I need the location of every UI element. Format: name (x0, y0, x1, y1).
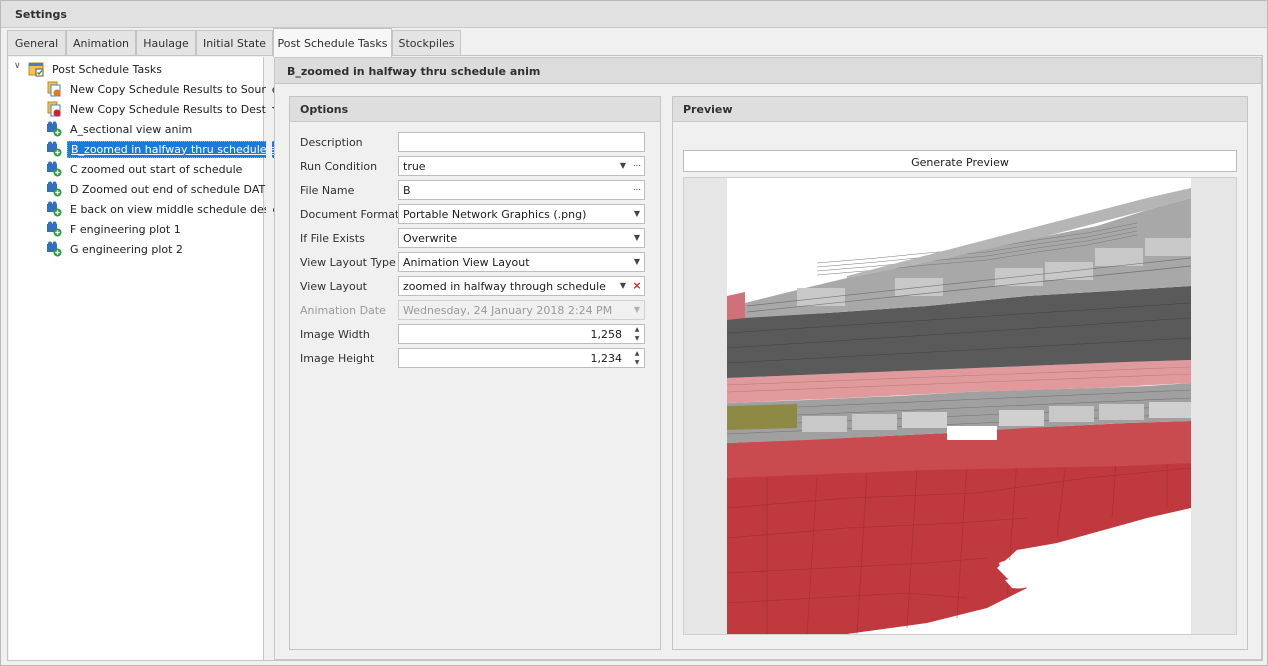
document-format-value: Portable Network Graphics (.png) (403, 208, 587, 221)
collapse-icon[interactable]: ∨ (14, 61, 24, 71)
task-folder-icon (28, 62, 44, 77)
spin-up-icon[interactable]: ▲ (630, 349, 644, 358)
dropdown-arrow-icon[interactable]: ▼ (630, 229, 644, 247)
tree-item-label: C zoomed out start of schedule (70, 162, 243, 176)
tree-item-copy-source[interactable]: New Copy Schedule Results to Source... (45, 79, 292, 99)
tab-post-schedule-tasks[interactable]: Post Schedule Tasks (273, 28, 392, 57)
view-layout-type-select[interactable]: Animation View Layout ▼ (398, 252, 645, 272)
view-layout-select[interactable]: zoomed in halfway through schedule ▼ × (398, 276, 645, 296)
view-layout-label: View Layout (300, 280, 367, 293)
settings-window: Settings General Animation Haulage Initi… (0, 0, 1268, 666)
tree-item-b[interactable]: B_zoomed in halfway thru schedule a... (45, 139, 292, 159)
tree-item-e[interactable]: E back on view middle schedule desig... (45, 199, 293, 219)
spin-buttons: ▲ ▼ (630, 325, 644, 343)
image-width-spinner[interactable]: 1,258 ▲ ▼ (398, 324, 645, 344)
spin-down-icon[interactable]: ▼ (630, 358, 644, 367)
tab-content: ∨ Post Schedule Tasks New Copy Schedule … (7, 55, 1263, 661)
ellipsis-icon[interactable]: ⋯ (630, 181, 644, 199)
tree-item-g[interactable]: G engineering plot 2 (45, 239, 186, 259)
tree-item-label: B_zoomed in halfway thru schedule a... (67, 140, 292, 158)
tree-item-label: Post Schedule Tasks (52, 62, 163, 76)
dropdown-arrow-icon[interactable]: ▼ (630, 253, 644, 271)
view-export-icon (47, 201, 62, 217)
options-header: Options (290, 97, 660, 122)
tree-item-a[interactable]: A_sectional view anim (45, 119, 195, 139)
copy-source-icon (47, 81, 61, 97)
tab-haulage[interactable]: Haulage (136, 30, 196, 56)
ellipsis-icon[interactable]: ⋯ (630, 157, 644, 175)
dropdown-arrow-icon: ▼ (633, 305, 641, 314)
view-layout-type-value: Animation View Layout (403, 256, 530, 269)
tab-general[interactable]: General (7, 30, 66, 56)
description-label: Description (300, 136, 363, 149)
dropdown-arrow-icon[interactable]: ▼ (616, 157, 630, 175)
copy-destination-icon (47, 101, 61, 117)
view-export-icon (47, 181, 62, 197)
spin-buttons: ▲ ▼ (630, 349, 644, 367)
tree-item-c[interactable]: C zoomed out start of schedule (45, 159, 245, 179)
spin-down-icon[interactable]: ▼ (630, 334, 644, 343)
tree-item-f[interactable]: F engineering plot 1 (45, 219, 184, 239)
preview-group: Preview Generate Preview (672, 96, 1248, 650)
tree-item-label: D Zoomed out end of schedule DATE (70, 182, 273, 196)
view-export-icon (47, 141, 62, 157)
options-group: Options Description Run Condition true ▼… (289, 96, 661, 650)
tree-item-label: A_sectional view anim (70, 122, 193, 136)
document-format-select[interactable]: Portable Network Graphics (.png) ▼ (398, 204, 645, 224)
image-height-value: 1,234 (590, 352, 623, 365)
image-height-label: Image Height (300, 352, 375, 365)
tab-initial-state[interactable]: Initial State (196, 30, 273, 56)
animation-date-field: Wednesday, 24 January 2018 2:24 PM ▼ (398, 300, 645, 320)
preview-area (683, 177, 1237, 635)
image-height-spinner[interactable]: 1,234 ▲ ▼ (398, 348, 645, 368)
image-width-value: 1,258 (590, 328, 623, 341)
dropdown-arrow-icon[interactable]: ▼ (630, 205, 644, 223)
spin-up-icon[interactable]: ▲ (630, 325, 644, 334)
preview-image (727, 178, 1191, 634)
preview-header: Preview (673, 97, 1247, 122)
run-condition-label: Run Condition (300, 160, 378, 173)
tree-item-d[interactable]: D Zoomed out end of schedule DATE (45, 179, 275, 199)
tab-stockpiles[interactable]: Stockpiles (392, 30, 461, 56)
tree-item-label: G engineering plot 2 (70, 242, 183, 256)
tree-item-copy-destination[interactable]: New Copy Schedule Results to Destin... (45, 99, 290, 119)
panel-splitter[interactable] (266, 57, 272, 660)
clear-icon[interactable]: × (630, 277, 644, 295)
animation-date-label: Animation Date (300, 304, 386, 317)
view-layout-type-label: View Layout Type (300, 256, 396, 269)
tree-item-label: F engineering plot 1 (70, 222, 181, 236)
document-format-label: Document Format (300, 208, 400, 221)
description-field[interactable] (398, 132, 645, 152)
view-export-icon (47, 221, 62, 237)
file-name-label: File Name (300, 184, 355, 197)
task-detail-panel: B_zoomed in halfway thru schedule anim O… (274, 57, 1262, 660)
dropdown-arrow-icon[interactable]: ▼ (616, 277, 630, 295)
file-name-field[interactable]: B ⋯ (398, 180, 645, 200)
task-title: B_zoomed in halfway thru schedule anim (275, 58, 1261, 84)
view-export-icon (47, 161, 62, 177)
view-export-icon (47, 121, 62, 137)
generate-preview-button[interactable]: Generate Preview (683, 150, 1237, 172)
file-name-value: B (403, 184, 411, 197)
tab-animation[interactable]: Animation (66, 30, 136, 56)
view-export-icon (47, 241, 62, 257)
if-file-exists-label: If File Exists (300, 232, 365, 245)
window-title: Settings (1, 1, 1267, 28)
tree-item-label: New Copy Schedule Results to Destin... (70, 102, 287, 116)
if-file-exists-value: Overwrite (403, 232, 458, 245)
task-tree: ∨ Post Schedule Tasks New Copy Schedule … (9, 57, 292, 660)
view-layout-value: zoomed in halfway through schedule (403, 280, 606, 293)
tree-item-label: New Copy Schedule Results to Source... (70, 82, 289, 96)
run-condition-field[interactable]: true ▼ ⋯ (398, 156, 645, 176)
if-file-exists-select[interactable]: Overwrite ▼ (398, 228, 645, 248)
animation-date-value: Wednesday, 24 January 2018 2:24 PM (403, 304, 613, 317)
tree-root[interactable]: Post Schedule Tasks (27, 59, 165, 79)
tree-item-label: E back on view middle schedule desig... (70, 202, 290, 216)
image-width-label: Image Width (300, 328, 370, 341)
run-condition-value: true (403, 160, 426, 173)
